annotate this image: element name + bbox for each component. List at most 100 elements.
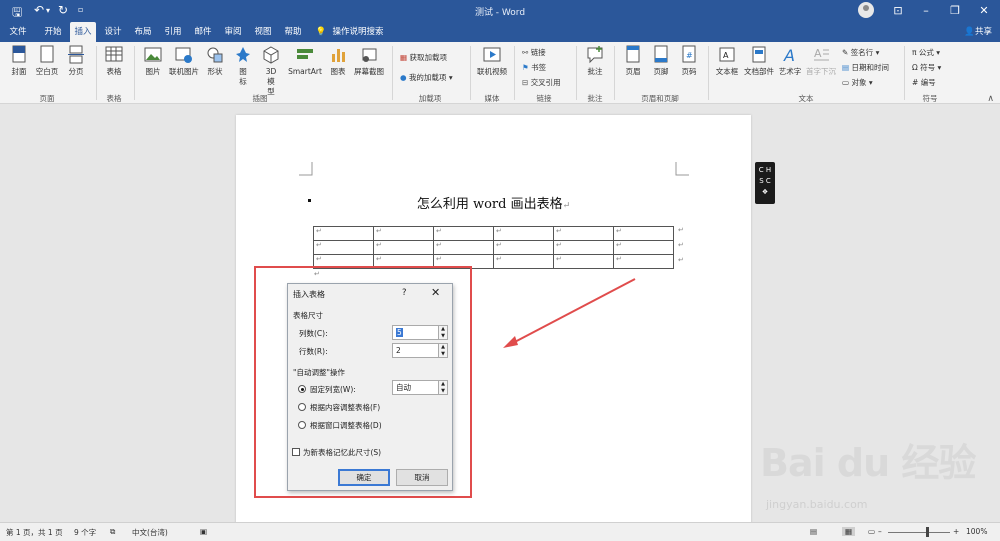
object-button[interactable]: ▭ 对象 ▾ (842, 77, 873, 88)
table-cell[interactable]: ↵ (553, 240, 614, 255)
zoom-out-button[interactable]: – (878, 527, 882, 536)
minimize-button[interactable]: – (912, 2, 940, 20)
tab-help[interactable]: 帮助 (280, 22, 306, 42)
table-cell[interactable]: ↵ (493, 254, 554, 269)
columns-spinner[interactable]: 5 ▲ ▼ (392, 325, 448, 340)
table-cell[interactable]: ↵ (493, 226, 554, 241)
zoom-slider[interactable] (888, 532, 950, 533)
rows-spinner-arrows[interactable]: ▲ ▼ (438, 344, 447, 357)
table-cell[interactable]: ↵ (553, 254, 614, 269)
pictures-button[interactable]: 图片 (140, 45, 166, 77)
word-count[interactable]: 9 个字 (74, 527, 96, 538)
columns-spinner-arrows[interactable]: ▲ ▼ (438, 326, 447, 339)
cover-page-button[interactable]: 封面 (8, 45, 30, 77)
get-addins-button[interactable]: ▦ 获取加载项 (400, 52, 447, 63)
table-cell[interactable]: ↵ (313, 240, 374, 255)
rows-spinner[interactable]: 2 ▲ ▼ (392, 343, 448, 358)
zoom-in-button[interactable]: + (953, 527, 959, 536)
table-cell[interactable]: ↵ (373, 226, 434, 241)
table-cell[interactable]: ↵ (613, 226, 674, 241)
share-button[interactable]: 👤共享 (964, 22, 992, 42)
restore-button[interactable]: ❐ (941, 2, 969, 20)
zoom-level[interactable]: 100% (966, 527, 987, 536)
link-button[interactable]: ⚯ 链接 (522, 47, 546, 58)
comment-button[interactable]: 批注 (582, 45, 608, 77)
columns-value: 5 (396, 328, 403, 337)
tab-design[interactable]: 设计 (100, 22, 126, 42)
avatar[interactable] (858, 2, 874, 18)
3d-models-button[interactable]: 3D模型 (258, 45, 284, 97)
page-number-button[interactable]: # 页码 (676, 45, 702, 77)
table-cell[interactable]: ↵ (553, 226, 614, 241)
screenshot-button[interactable]: 屏幕截图 (350, 45, 388, 77)
table-cell[interactable]: ↵ (433, 226, 494, 241)
print-layout-icon[interactable]: ▦ (842, 527, 856, 536)
table-cell[interactable]: ↵ (613, 254, 674, 269)
blank-page-button[interactable]: 空白页 (34, 45, 60, 77)
autofit-window-radio[interactable] (298, 421, 306, 429)
help-button[interactable]: ? (402, 288, 407, 298)
zoom-slider-thumb[interactable] (926, 527, 929, 537)
fixed-width-radio[interactable] (298, 385, 306, 393)
fixed-width-spinner-arrows[interactable]: ▲ ▼ (438, 381, 447, 394)
cross-reference-button[interactable]: ⊟ 交叉引用 (522, 77, 561, 88)
ribbon-display-options-icon[interactable]: ⊡ (884, 2, 912, 20)
table-cell[interactable]: ↵ (433, 240, 494, 255)
ok-button[interactable]: 确定 (338, 469, 390, 486)
icons-button[interactable]: 图标 (232, 45, 254, 87)
web-layout-icon[interactable]: ▭ (868, 527, 875, 536)
group-divider (904, 46, 905, 100)
quick-parts-button[interactable]: 文档部件 (742, 45, 776, 77)
svg-text:A: A (783, 46, 795, 65)
symbol-button[interactable]: Ω 符号 ▾ (912, 62, 941, 73)
fixed-width-spinner[interactable]: 自动 ▲ ▼ (392, 380, 448, 395)
cancel-button[interactable]: 取消 (396, 469, 448, 486)
signature-line-button[interactable]: ✎ 签名行 ▾ (842, 47, 879, 58)
online-pictures-button[interactable]: 联机图片 (166, 45, 202, 77)
proofing-icon[interactable]: ⧉ (110, 527, 115, 537)
equation-button[interactable]: π 公式 ▾ (912, 47, 940, 58)
header-button[interactable]: 页眉 (620, 45, 646, 77)
document-heading[interactable]: 怎么利用 word 画出表格↵ (236, 193, 751, 212)
title-bar: 🖫 ↶ ▾ ↻ ▫ 测试 - Word ⊡ – ❐ ✕ (0, 0, 1000, 22)
table-cell[interactable]: ↵ (493, 240, 554, 255)
wordart-button[interactable]: A 艺术字 (776, 45, 804, 77)
macro-icon[interactable]: ▣ (200, 527, 207, 536)
text-box-button[interactable]: A 文本框 (712, 45, 742, 77)
table-cell[interactable]: ↵ (373, 240, 434, 255)
tab-references[interactable]: 引用 (160, 22, 186, 42)
shapes-button[interactable]: 形状 (204, 45, 226, 77)
read-mode-icon[interactable]: ▤ (810, 527, 817, 536)
dialog-close-button[interactable]: ✕ (431, 286, 440, 299)
tab-layout[interactable]: 布局 (130, 22, 156, 42)
date-time-button[interactable]: ▤ 日期和时间 (842, 62, 889, 73)
my-addins-button[interactable]: ● 我的加载项 ▾ (400, 72, 453, 83)
remember-size-checkbox[interactable] (292, 448, 300, 456)
table-button[interactable]: 表格 (102, 45, 126, 77)
document-table[interactable]: ↵ ↵ ↵ ↵ ↵ ↵ ↵ ↵ ↵ ↵ ↵ ↵ ↵ ↵ ↵ ↵ ↵ ↵ (313, 226, 674, 269)
tab-insert[interactable]: 插入 (70, 22, 96, 42)
number-button[interactable]: # 编号 (912, 77, 936, 88)
autofit-contents-radio[interactable] (298, 403, 306, 411)
smartart-button[interactable]: SmartArt (286, 45, 324, 77)
tab-view[interactable]: 视图 (250, 22, 276, 42)
ime-indicator[interactable]: C H S C ❖ (755, 162, 775, 204)
svg-text:A: A (814, 47, 822, 60)
tab-review[interactable]: 审阅 (220, 22, 246, 42)
tab-file[interactable]: 文件 (4, 22, 32, 42)
drop-cap-button[interactable]: A 首字下沉 (806, 45, 836, 77)
tab-home[interactable]: 开始 (38, 22, 68, 42)
tell-me-search[interactable]: 操作说明搜索 (330, 22, 386, 42)
language-indicator[interactable]: 中文(台湾) (132, 527, 168, 538)
footer-button[interactable]: 页脚 (648, 45, 674, 77)
tab-mailings[interactable]: 邮件 (190, 22, 216, 42)
table-cell[interactable]: ↵ (313, 226, 374, 241)
collapse-ribbon-icon[interactable]: ∧ (987, 94, 994, 104)
table-cell[interactable]: ↵ (613, 240, 674, 255)
chart-button[interactable]: 图表 (326, 45, 350, 77)
bookmark-button[interactable]: ⚑ 书签 (522, 62, 546, 73)
page-break-button[interactable]: 分页 (64, 45, 88, 77)
page-count[interactable]: 第 1 页，共 1 页 (6, 527, 63, 538)
close-window-button[interactable]: ✕ (970, 2, 998, 20)
online-video-button[interactable]: 联机视频 (474, 45, 510, 77)
